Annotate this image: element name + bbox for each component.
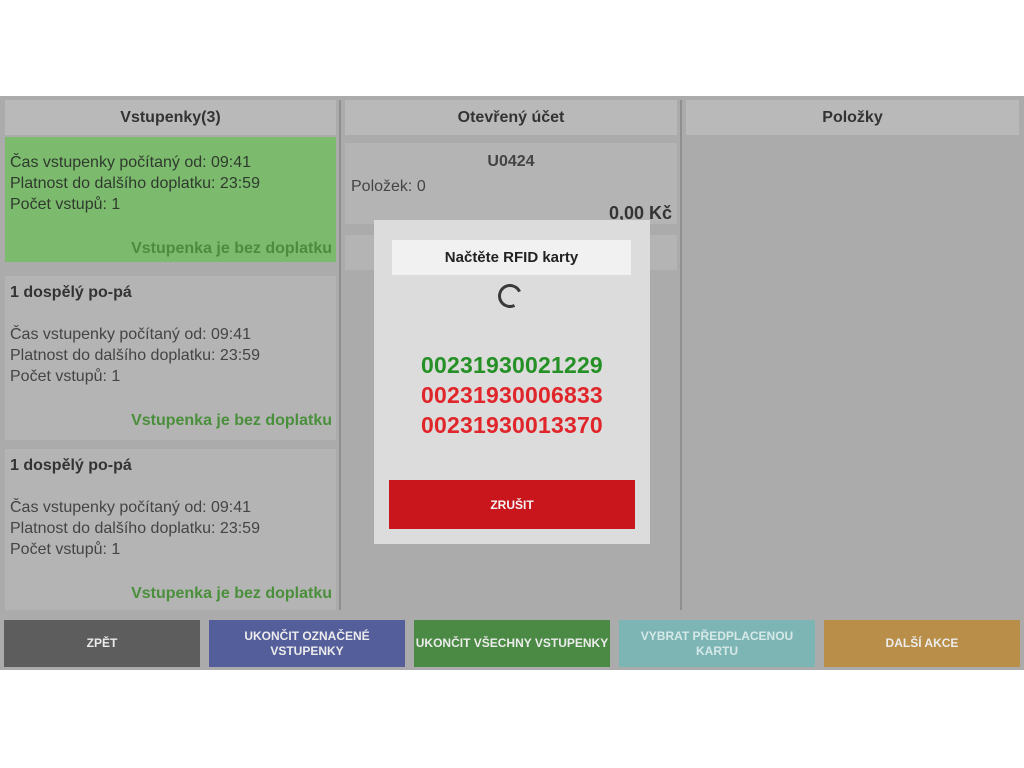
ticket-valid-until: Platnost do dalšího doplatku: 23:59 xyxy=(10,175,260,192)
ticket-title: 1 dospělý po-pá xyxy=(10,457,132,474)
ticket-card-2[interactable]: 1 dospělý po-pá Čas vstupenky počítaný o… xyxy=(5,276,336,440)
cancel-button[interactable]: ZRUŠIT xyxy=(389,480,635,529)
ticket-time-from: Čas vstupenky počítaný od: 09:41 xyxy=(10,326,252,343)
ticket-title: 1 dospělý po-pá xyxy=(10,284,132,301)
rfid-card-number: 00231930021229 xyxy=(421,352,603,378)
ticket-entries: Počet vstupů: 1 xyxy=(10,196,121,213)
account-header: Otevřený účet xyxy=(345,100,677,135)
more-actions-button[interactable]: DALŠÍ AKCE xyxy=(824,620,1020,667)
ticket-card-3[interactable]: 1 dospělý po-pá Čas vstupenky počítaný o… xyxy=(5,449,336,610)
column-divider xyxy=(339,100,341,610)
ticket-entries: Počet vstupů: 1 xyxy=(10,368,121,385)
footer-toolbar: ZPĚT UKONČIT OZNAČENÉ VSTUPENKY UKONČIT … xyxy=(0,620,1024,670)
loading-spinner-icon xyxy=(494,280,526,312)
ticket-status: Vstupenka je bez doplatku xyxy=(131,585,332,602)
ticket-valid-until: Platnost do dalšího doplatku: 23:59 xyxy=(10,520,260,537)
rfid-dialog: Načtěte RFID karty 00231930021229 002319… xyxy=(374,220,650,544)
items-header: Položky xyxy=(686,100,1019,135)
column-divider xyxy=(680,100,682,610)
account-items-count: Položek: 0 xyxy=(351,178,426,195)
tickets-header: Vstupenky(3) xyxy=(5,100,336,135)
ticket-entries: Počet vstupů: 1 xyxy=(10,541,121,558)
rfid-card-number: 00231930013370 xyxy=(421,412,603,438)
ticket-valid-until: Platnost do dalšího doplatku: 23:59 xyxy=(10,347,260,364)
account-code: U0424 xyxy=(487,153,535,170)
back-button[interactable]: ZPĚT xyxy=(4,620,200,667)
ticket-time-from: Čas vstupenky počítaný od: 09:41 xyxy=(10,499,252,516)
select-prepaid-card-button[interactable]: VYBRAT PŘEDPLACENOU KARTU xyxy=(619,620,815,667)
dialog-title: Načtěte RFID karty xyxy=(392,240,631,275)
items-column: Položky xyxy=(686,96,1019,610)
account-card[interactable]: U0424 Položek: 0 0,00 Kč xyxy=(345,143,677,224)
ticket-status: Vstupenka je bez doplatku xyxy=(131,240,332,257)
ticket-status: Vstupenka je bez doplatku xyxy=(131,412,332,429)
end-all-tickets-button[interactable]: UKONČIT VŠECHNY VSTUPENKY xyxy=(414,620,610,667)
ticket-time-from: Čas vstupenky počítaný od: 09:41 xyxy=(10,154,252,171)
end-selected-tickets-button[interactable]: UKONČIT OZNAČENÉ VSTUPENKY xyxy=(209,620,405,667)
ticket-card-1[interactable]: Čas vstupenky počítaný od: 09:41 Platnos… xyxy=(5,137,336,262)
rfid-card-number: 00231930006833 xyxy=(421,382,603,408)
tickets-column: Vstupenky(3) Čas vstupenky počítaný od: … xyxy=(5,96,336,610)
